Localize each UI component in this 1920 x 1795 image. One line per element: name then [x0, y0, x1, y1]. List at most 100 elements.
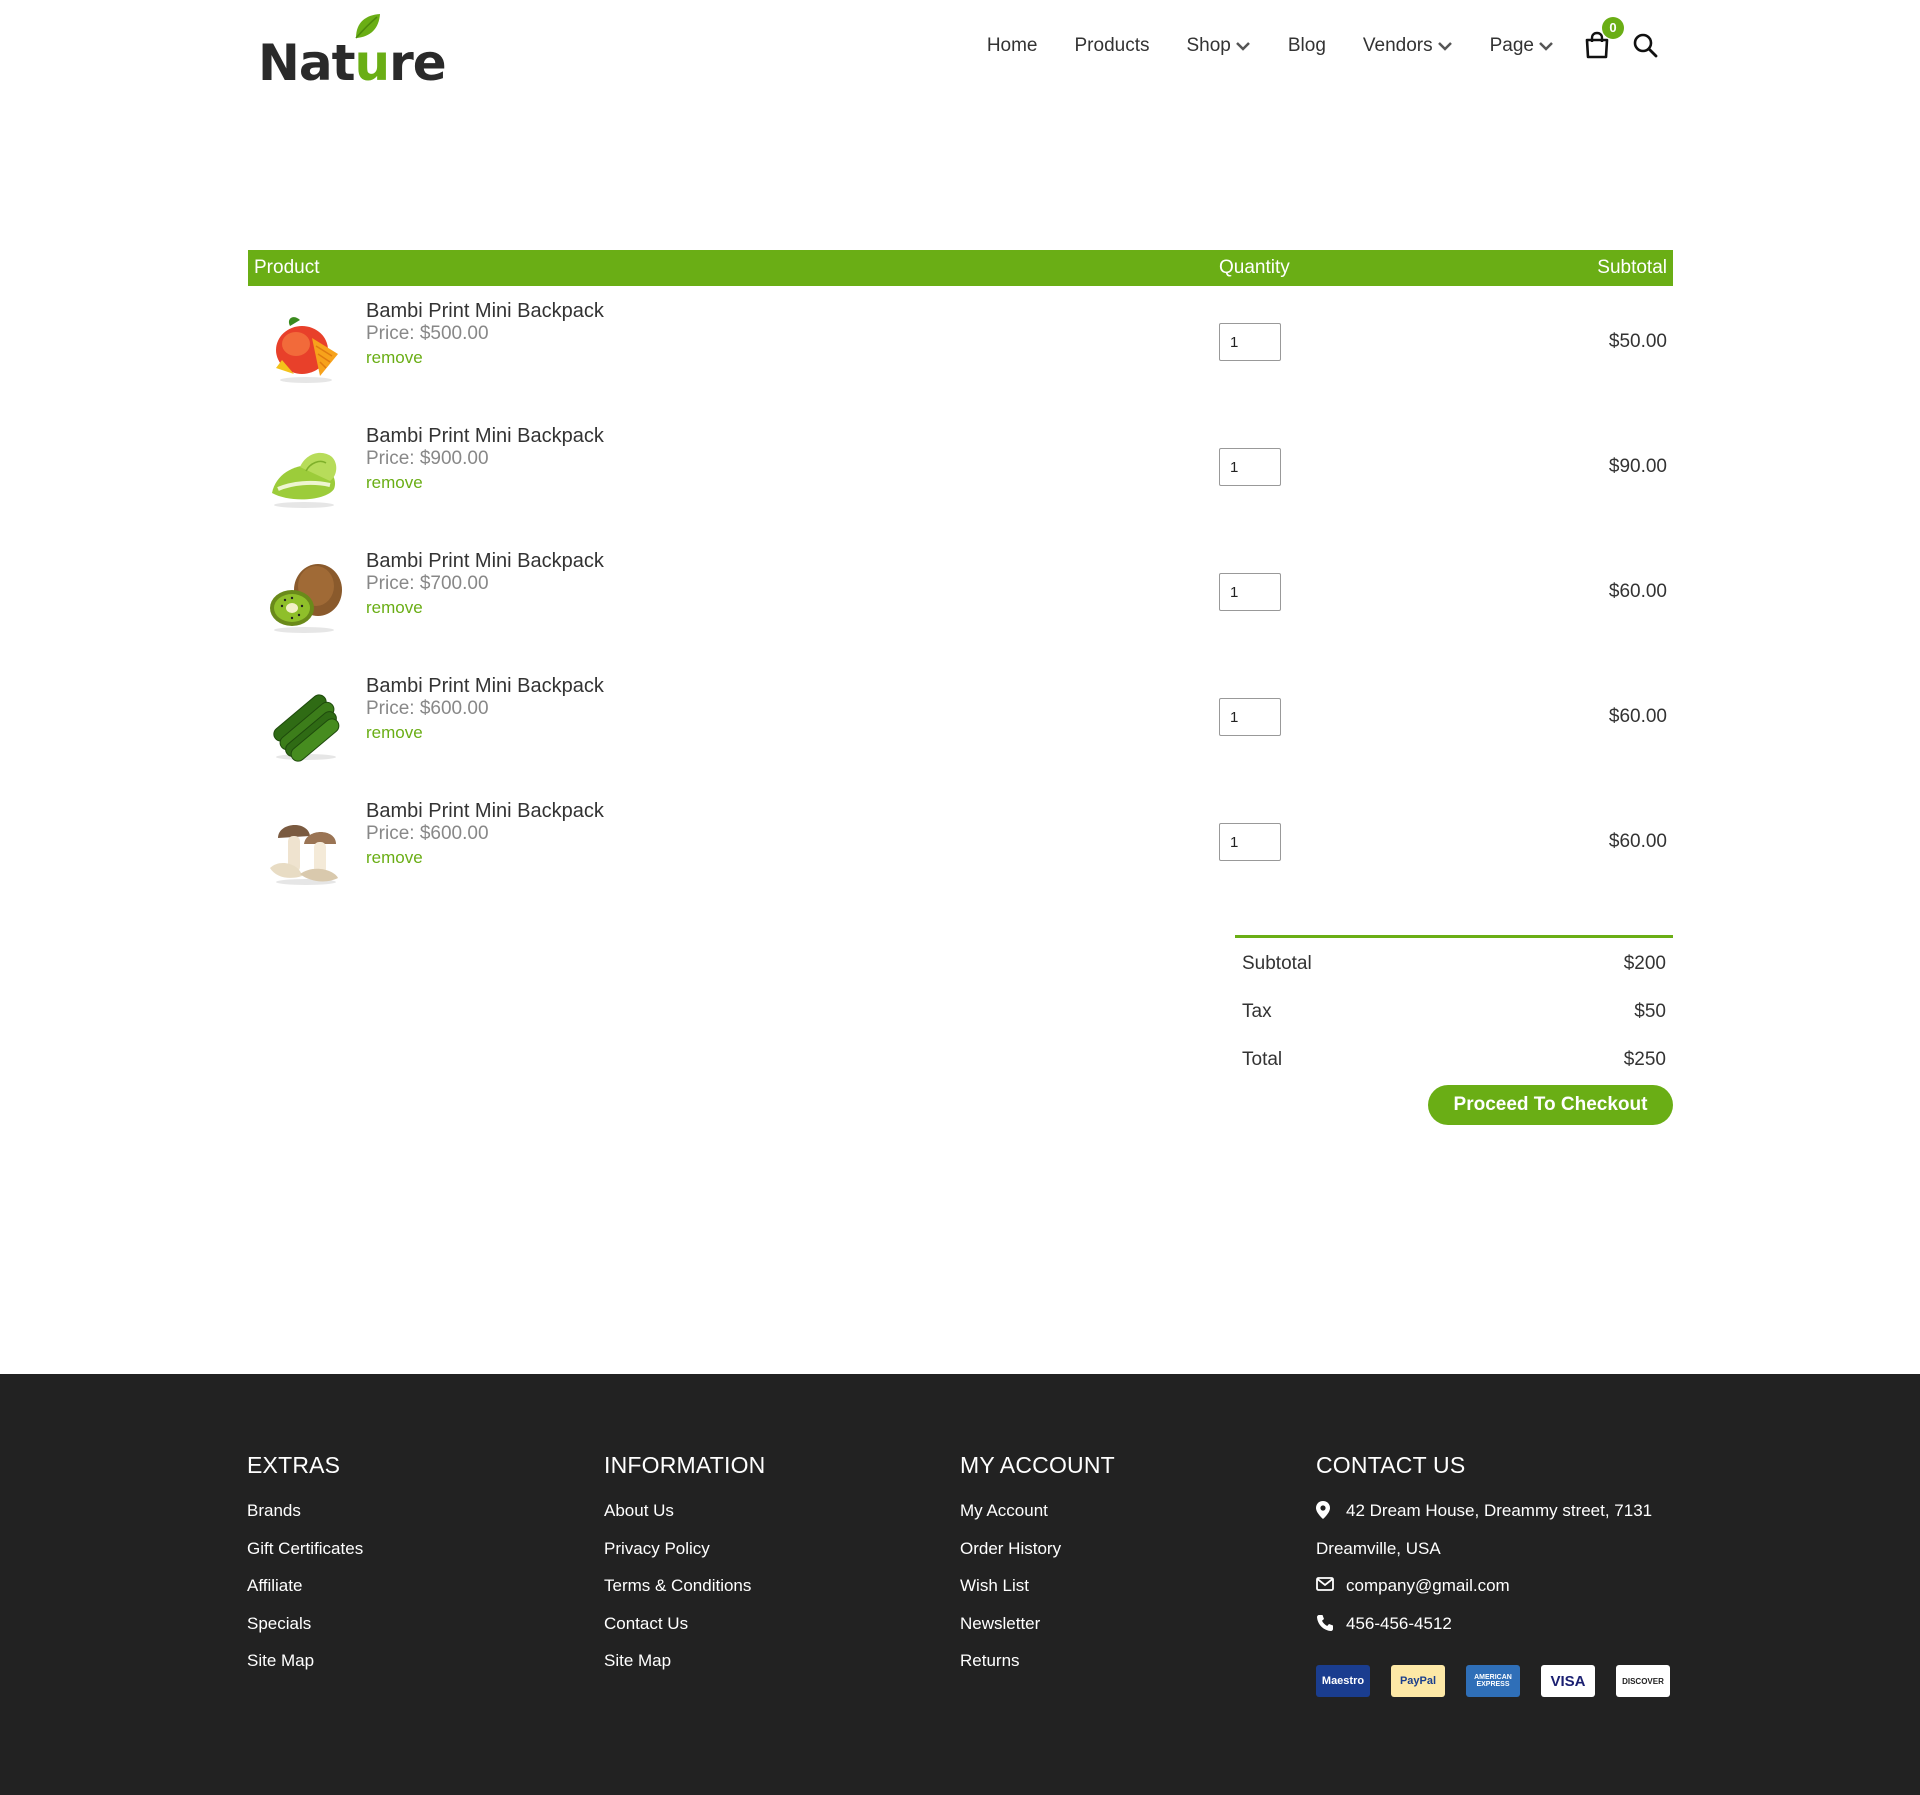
cart-item-row: Bambi Print Mini Backpack Price: $600.00 r…: [248, 790, 1673, 900]
product-name[interactable]: Bambi Print Mini Backpack: [366, 425, 604, 448]
totals-tax-label: Tax: [1242, 1001, 1272, 1022]
footer-information-link[interactable]: Contact Us: [604, 1614, 765, 1652]
kiwi-product-image[interactable]: [260, 548, 350, 638]
product-price: Price: $700.00: [366, 573, 489, 594]
envelope-icon: [1316, 1576, 1346, 1596]
footer-extras-link[interactable]: Brands: [247, 1501, 363, 1539]
contact-email: company@gmail.com: [1316, 1576, 1691, 1614]
footer-information: INFORMATION About Us Privacy Policy Terms …: [604, 1452, 765, 1689]
footer-extras: EXTRAS Brands Gift Certificates Affiliate S…: [247, 1452, 363, 1689]
quantity-input[interactable]: [1219, 323, 1281, 361]
totals-subtotal-label: Subtotal: [1242, 953, 1312, 974]
header-subtotal: Subtotal: [1597, 257, 1667, 278]
contact-phone: 456-456-4512: [1316, 1614, 1691, 1652]
item-subtotal: $50.00: [1608, 331, 1667, 352]
footer-contact-title: CONTACT US: [1316, 1452, 1466, 1478]
totals-tax-value: $50: [1634, 1001, 1666, 1022]
footer-account-link-list: My Account Order History Wish List Newslett…: [960, 1501, 1115, 1689]
proceed-to-checkout-button[interactable]: Proceed To Checkout: [1428, 1085, 1673, 1125]
footer-contact: CONTACT US 42 Dream House, Dreammy stree…: [1316, 1452, 1691, 1697]
nav-page[interactable]: Page: [1490, 35, 1554, 57]
cart-count-badge: 0: [1602, 17, 1624, 39]
nav-vendors[interactable]: Vendors: [1363, 35, 1453, 57]
nav-shop[interactable]: Shop: [1186, 35, 1250, 57]
chevron-down-icon: [1539, 42, 1553, 51]
cart-item-row: Bambi Print Mini Backpack Price: $500.00 r…: [248, 290, 1673, 400]
footer-information-link-list: About Us Privacy Policy Terms & Conditions…: [604, 1501, 765, 1689]
payment-methods: Maestro PayPal AMERICAN EXPRESS VISA DISCOVE…: [1316, 1665, 1691, 1697]
payment-paypal-card-icon: PayPal: [1391, 1665, 1445, 1697]
contact-address-line2: Dreamville, USA: [1316, 1538, 1441, 1558]
mushroom-product-image[interactable]: [260, 798, 350, 888]
main-nav: Home Products Shop Blog Vendors Page 0: [950, 17, 1660, 66]
footer-information-link[interactable]: Site Map: [604, 1651, 765, 1689]
footer-extras-link[interactable]: Affiliate: [247, 1576, 363, 1614]
remove-item-link[interactable]: remove: [366, 473, 423, 493]
footer-account-link[interactable]: Order History: [960, 1539, 1115, 1577]
footer-account-link[interactable]: Wish List: [960, 1576, 1115, 1614]
totals-total-value: $250: [1623, 1049, 1666, 1070]
product-name[interactable]: Bambi Print Mini Backpack: [366, 800, 604, 823]
remove-item-link[interactable]: remove: [366, 598, 423, 618]
remove-item-link[interactable]: remove: [366, 723, 423, 743]
nav-label: Products: [1074, 35, 1150, 56]
nav-home[interactable]: Home: [987, 35, 1038, 57]
footer-information-link[interactable]: About Us: [604, 1501, 765, 1539]
contact-address-line1: 42 Dream House, Dreammy street, 7131: [1346, 1501, 1653, 1520]
site-footer: EXTRAS Brands Gift Certificates Affiliate S…: [0, 1374, 1920, 1795]
footer-extras-link[interactable]: Specials: [247, 1614, 363, 1652]
footer-extras-link-list: Brands Gift Certificates Affiliate Specials…: [247, 1501, 363, 1689]
totals-subtotal-value: $200: [1623, 953, 1666, 974]
footer-information-link[interactable]: Terms & Conditions: [604, 1576, 765, 1614]
item-subtotal: $60.00: [1608, 706, 1667, 727]
cart-item-row: Bambi Print Mini Backpack Price: $900.00 r…: [248, 415, 1673, 525]
nature-logo[interactable]: Nature: [258, 8, 447, 88]
nav-products[interactable]: Products: [1075, 35, 1150, 57]
search-button[interactable]: [1632, 32, 1660, 60]
footer-account-link[interactable]: Newsletter: [960, 1614, 1115, 1652]
footer-account: MY ACCOUNT My Account Order History Wish L…: [960, 1452, 1115, 1689]
nav-label: Blog: [1287, 35, 1326, 56]
item-subtotal: $60.00: [1608, 581, 1667, 602]
chevron-down-icon: [1235, 42, 1250, 51]
remove-item-link[interactable]: remove: [366, 348, 423, 368]
nav-label: Shop: [1186, 35, 1231, 56]
quantity-input[interactable]: [1219, 823, 1281, 861]
header-product: Product: [254, 257, 320, 278]
lettuce-product-image[interactable]: [260, 423, 350, 513]
remove-item-link[interactable]: remove: [366, 848, 423, 868]
contact-address-2: Dreamville, USA: [1316, 1539, 1691, 1577]
phone-icon: [1316, 1614, 1346, 1637]
cucumber-product-image[interactable]: [260, 673, 350, 763]
cart-totals: Subtotal $200 Tax $50 Total $250 Proceed…: [1235, 935, 1673, 1125]
search-icon: [1633, 33, 1658, 58]
footer-information-title: INFORMATION: [604, 1452, 766, 1478]
footer-extras-title: EXTRAS: [247, 1452, 341, 1478]
cart-item-row: Bambi Print Mini Backpack Price: $700.00 r…: [248, 540, 1673, 650]
contact-phone-text: 456-456-4512: [1346, 1613, 1452, 1633]
header-icons: 0: [1584, 17, 1660, 61]
mango-product-image[interactable]: [260, 298, 350, 388]
product-name[interactable]: Bambi Print Mini Backpack: [366, 550, 604, 573]
nav-blog[interactable]: Blog: [1288, 35, 1326, 57]
totals-total-label: Total: [1242, 1049, 1283, 1070]
cart-table-header: Product Quantity Subtotal: [248, 250, 1673, 286]
cart-item-row: Bambi Print Mini Backpack Price: $600.00 r…: [248, 665, 1673, 775]
contact-address: 42 Dream House, Dreammy street, 7131: [1316, 1501, 1691, 1539]
footer-information-link[interactable]: Privacy Policy: [604, 1539, 765, 1577]
footer-extras-link[interactable]: Site Map: [247, 1651, 363, 1689]
product-price: Price: $600.00: [366, 823, 489, 844]
product-name[interactable]: Bambi Print Mini Backpack: [366, 675, 604, 698]
quantity-input[interactable]: [1219, 698, 1281, 736]
footer-account-link[interactable]: My Account: [960, 1501, 1115, 1539]
item-subtotal: $60.00: [1608, 831, 1667, 852]
footer-account-link[interactable]: Returns: [960, 1651, 1115, 1689]
footer-extras-link[interactable]: Gift Certificates: [247, 1539, 363, 1577]
map-pin-icon: [1316, 1501, 1346, 1524]
item-subtotal: $90.00: [1608, 456, 1667, 477]
quantity-input[interactable]: [1219, 448, 1281, 486]
cart-button[interactable]: 0: [1584, 17, 1624, 61]
product-name[interactable]: Bambi Print Mini Backpack: [366, 300, 604, 323]
quantity-input[interactable]: [1219, 573, 1281, 611]
footer-account-title: MY ACCOUNT: [960, 1452, 1115, 1478]
